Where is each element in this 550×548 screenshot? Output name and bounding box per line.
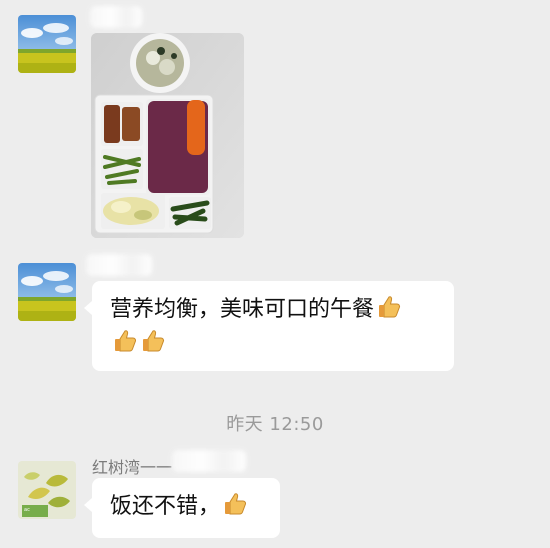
timestamp: 昨天 12:50 — [226, 414, 324, 435]
svg-text:ac: ac — [24, 507, 30, 513]
ginkgo-leaf-avatar-icon: ac — [18, 461, 76, 519]
message-bubble[interactable]: 饭还不错， — [84, 478, 280, 538]
landscape-field-avatar-icon — [18, 263, 76, 321]
message-text: 饭还不错， — [110, 494, 221, 519]
avatar[interactable]: ac — [18, 461, 76, 519]
sender-name-blurred — [172, 450, 246, 472]
avatar[interactable] — [18, 263, 76, 321]
landscape-field-avatar-icon — [18, 15, 76, 73]
message-bubble[interactable]: 营养均衡，美味可口的午餐 — [84, 281, 454, 371]
thumbs-up-icon — [379, 296, 401, 318]
sender-name-blurred — [90, 6, 142, 28]
message-text: 营养均衡，美味可口的午餐 — [110, 297, 375, 322]
thumbs-up-icon — [115, 330, 137, 352]
lunch-box-image — [91, 33, 244, 238]
sender-name-blurred — [86, 254, 152, 276]
thumbs-up-icon — [143, 330, 165, 352]
sender-name: 红树湾一一 — [92, 458, 173, 477]
thumbs-up-icon — [225, 493, 247, 515]
avatar[interactable] — [18, 15, 76, 73]
lunch-photo[interactable] — [91, 33, 244, 238]
